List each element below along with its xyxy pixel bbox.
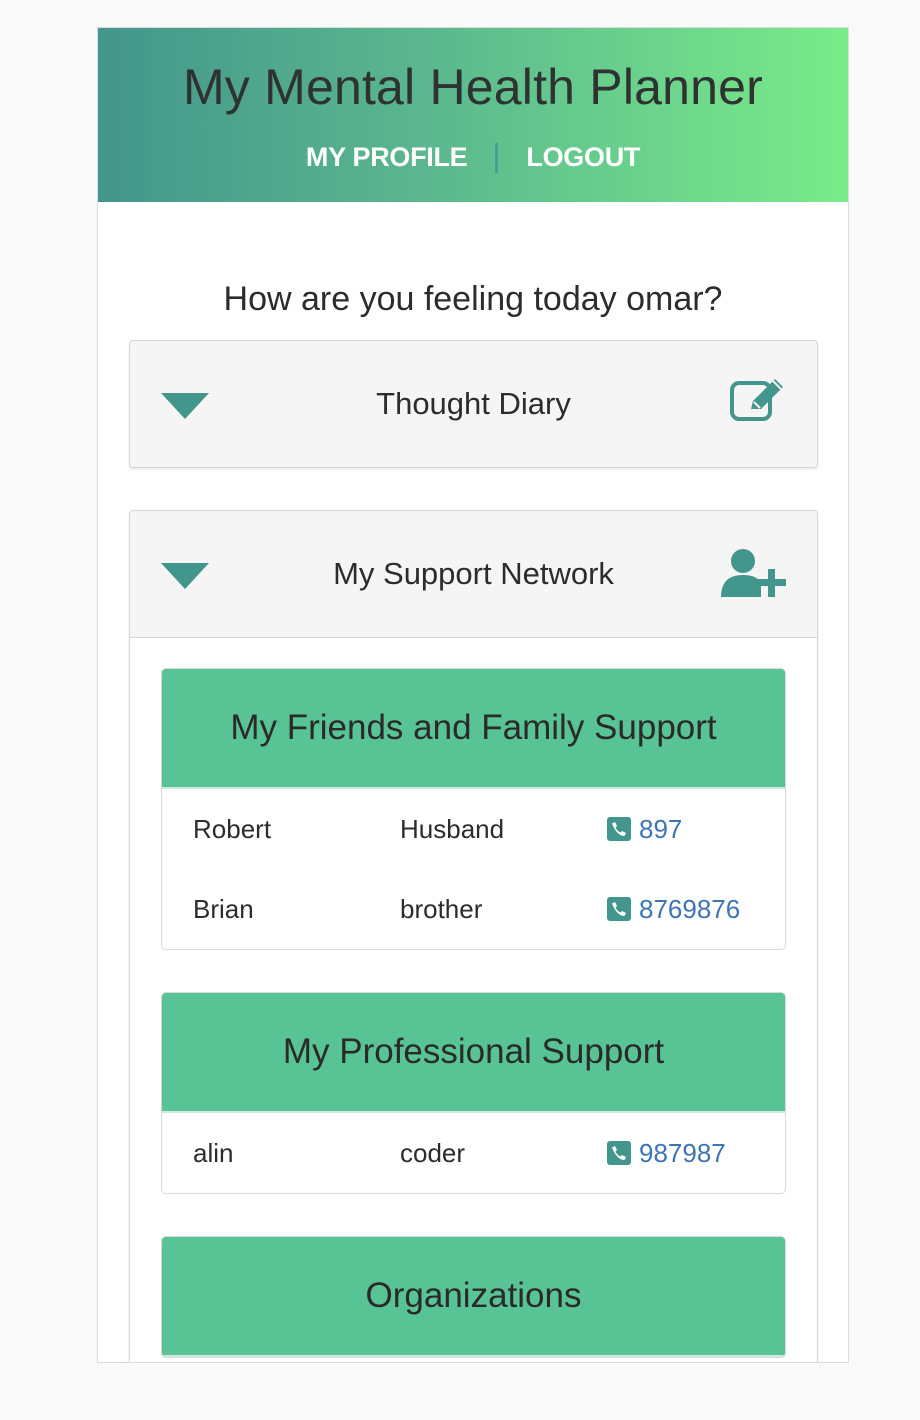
support-network-header[interactable]: My Support Network: [130, 511, 817, 637]
logout-link[interactable]: LOGOUT: [526, 142, 640, 173]
contact-phone-link[interactable]: 897: [607, 814, 682, 845]
support-network-panel: My Support Network My Friends and Family…: [129, 510, 818, 1362]
organizations-title: Organizations: [365, 1276, 582, 1315]
thought-diary-title: Thought Diary: [376, 386, 571, 421]
top-nav: MY PROFILE LOGOUT: [98, 142, 848, 173]
contact-row: alin coder 987987: [162, 1113, 785, 1193]
contact-row: Robert Husband 897: [162, 789, 785, 869]
thought-diary-header[interactable]: Thought Diary: [130, 341, 817, 467]
contact-phone[interactable]: 897: [639, 814, 682, 845]
greeting-heading: How are you feeling today omar?: [223, 280, 723, 318]
support-network-body: My Friends and Family Support Robert Hus…: [130, 637, 817, 1362]
contact-name: Robert: [193, 813, 272, 844]
expand-caret-icon[interactable]: [161, 393, 209, 419]
add-user-icon[interactable]: [721, 547, 787, 604]
app-title: My Mental Health Planner: [182, 59, 764, 115]
professional-support-title: My Professional Support: [282, 1032, 665, 1071]
professional-support-card: My Professional Support alin coder 98798…: [161, 992, 786, 1194]
friends-family-title: My Friends and Family Support: [230, 708, 717, 747]
contact-phone-link[interactable]: 8769876: [607, 894, 740, 925]
my-profile-link[interactable]: MY PROFILE: [306, 142, 468, 173]
expand-caret-icon[interactable]: [161, 563, 209, 589]
phone-icon: [607, 897, 631, 921]
phone-icon: [607, 1141, 631, 1165]
contact-relation: Husband: [400, 813, 505, 844]
contact-name: Brian: [193, 893, 254, 924]
edit-icon[interactable]: [729, 377, 787, 428]
professional-support-header: My Professional Support: [162, 993, 785, 1113]
friends-family-card: My Friends and Family Support Robert Hus…: [161, 668, 786, 950]
app-header: My Mental Health Planner MY PROFILE LOGO…: [98, 28, 848, 202]
contact-relation: brother: [400, 893, 483, 924]
contact-phone-link[interactable]: 987987: [607, 1138, 726, 1169]
contact-name: alin: [193, 1137, 234, 1168]
app-page: My Mental Health Planner MY PROFILE LOGO…: [97, 27, 849, 1363]
nav-divider: [495, 142, 499, 173]
contact-phone[interactable]: 987987: [639, 1138, 726, 1169]
contact-relation: coder: [400, 1137, 466, 1168]
contact-row: Brian brother 8769876: [162, 869, 785, 949]
organizations-header: Organizations: [162, 1237, 785, 1357]
organizations-card: Organizations: [161, 1236, 786, 1358]
contact-phone[interactable]: 8769876: [639, 894, 740, 925]
phone-icon: [607, 817, 631, 841]
friends-family-header: My Friends and Family Support: [162, 669, 785, 789]
thought-diary-panel: Thought Diary: [129, 340, 818, 468]
support-network-title: My Support Network: [333, 556, 614, 591]
